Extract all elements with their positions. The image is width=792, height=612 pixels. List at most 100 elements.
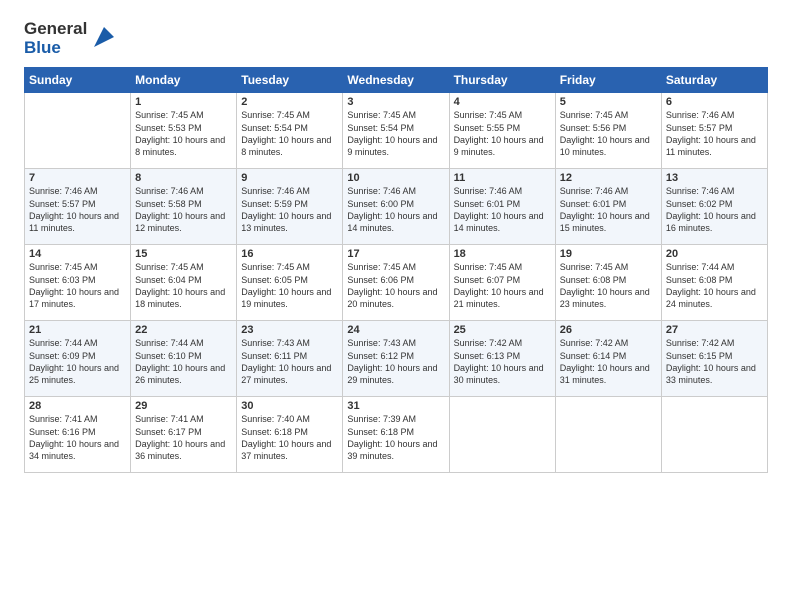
page: General Blue SundayMondayTuesdayWednesda… <box>0 0 792 612</box>
cell-1-4: 11Sunrise: 7:46 AMSunset: 6:01 PMDayligh… <box>449 169 555 245</box>
cell-info: Sunrise: 7:45 AMSunset: 6:04 PMDaylight:… <box>135 261 232 310</box>
cell-3-4: 25Sunrise: 7:42 AMSunset: 6:13 PMDayligh… <box>449 321 555 397</box>
cell-info: Sunrise: 7:45 AMSunset: 5:54 PMDaylight:… <box>347 109 444 158</box>
week-row-1: 7Sunrise: 7:46 AMSunset: 5:57 PMDaylight… <box>25 169 768 245</box>
cell-info: Sunrise: 7:39 AMSunset: 6:18 PMDaylight:… <box>347 413 444 462</box>
day-number: 16 <box>241 248 338 260</box>
cell-4-0: 28Sunrise: 7:41 AMSunset: 6:16 PMDayligh… <box>25 397 131 473</box>
day-number: 24 <box>347 324 444 336</box>
col-header-sunday: Sunday <box>25 68 131 93</box>
col-header-wednesday: Wednesday <box>343 68 449 93</box>
cell-info: Sunrise: 7:44 AMSunset: 6:10 PMDaylight:… <box>135 337 232 386</box>
day-number: 11 <box>454 172 551 184</box>
cell-info: Sunrise: 7:46 AMSunset: 5:59 PMDaylight:… <box>241 185 338 234</box>
day-number: 6 <box>666 96 763 108</box>
cell-info: Sunrise: 7:45 AMSunset: 5:56 PMDaylight:… <box>560 109 657 158</box>
cell-3-1: 22Sunrise: 7:44 AMSunset: 6:10 PMDayligh… <box>131 321 237 397</box>
cell-info: Sunrise: 7:45 AMSunset: 6:03 PMDaylight:… <box>29 261 126 310</box>
day-number: 26 <box>560 324 657 336</box>
cell-4-3: 31Sunrise: 7:39 AMSunset: 6:18 PMDayligh… <box>343 397 449 473</box>
day-number: 15 <box>135 248 232 260</box>
day-number: 29 <box>135 400 232 412</box>
col-header-tuesday: Tuesday <box>237 68 343 93</box>
cell-info: Sunrise: 7:46 AMSunset: 6:01 PMDaylight:… <box>454 185 551 234</box>
header-row: SundayMondayTuesdayWednesdayThursdayFrid… <box>25 68 768 93</box>
cell-4-5 <box>555 397 661 473</box>
cell-4-1: 29Sunrise: 7:41 AMSunset: 6:17 PMDayligh… <box>131 397 237 473</box>
cell-3-0: 21Sunrise: 7:44 AMSunset: 6:09 PMDayligh… <box>25 321 131 397</box>
cell-0-1: 1Sunrise: 7:45 AMSunset: 5:53 PMDaylight… <box>131 93 237 169</box>
cell-info: Sunrise: 7:45 AMSunset: 6:08 PMDaylight:… <box>560 261 657 310</box>
day-number: 4 <box>454 96 551 108</box>
cell-4-6 <box>661 397 767 473</box>
cell-0-2: 2Sunrise: 7:45 AMSunset: 5:54 PMDaylight… <box>237 93 343 169</box>
cell-3-5: 26Sunrise: 7:42 AMSunset: 6:14 PMDayligh… <box>555 321 661 397</box>
day-number: 25 <box>454 324 551 336</box>
cell-info: Sunrise: 7:46 AMSunset: 6:00 PMDaylight:… <box>347 185 444 234</box>
cell-2-5: 19Sunrise: 7:45 AMSunset: 6:08 PMDayligh… <box>555 245 661 321</box>
day-number: 9 <box>241 172 338 184</box>
day-number: 5 <box>560 96 657 108</box>
cell-info: Sunrise: 7:45 AMSunset: 6:05 PMDaylight:… <box>241 261 338 310</box>
cell-0-6: 6Sunrise: 7:46 AMSunset: 5:57 PMDaylight… <box>661 93 767 169</box>
day-number: 13 <box>666 172 763 184</box>
cell-4-2: 30Sunrise: 7:40 AMSunset: 6:18 PMDayligh… <box>237 397 343 473</box>
week-row-4: 28Sunrise: 7:41 AMSunset: 6:16 PMDayligh… <box>25 397 768 473</box>
calendar-table: SundayMondayTuesdayWednesdayThursdayFrid… <box>24 67 768 473</box>
cell-info: Sunrise: 7:42 AMSunset: 6:13 PMDaylight:… <box>454 337 551 386</box>
cell-info: Sunrise: 7:46 AMSunset: 6:01 PMDaylight:… <box>560 185 657 234</box>
cell-0-3: 3Sunrise: 7:45 AMSunset: 5:54 PMDaylight… <box>343 93 449 169</box>
cell-0-5: 5Sunrise: 7:45 AMSunset: 5:56 PMDaylight… <box>555 93 661 169</box>
week-row-3: 21Sunrise: 7:44 AMSunset: 6:09 PMDayligh… <box>25 321 768 397</box>
cell-4-4 <box>449 397 555 473</box>
cell-info: Sunrise: 7:45 AMSunset: 5:53 PMDaylight:… <box>135 109 232 158</box>
col-header-monday: Monday <box>131 68 237 93</box>
day-number: 8 <box>135 172 232 184</box>
cell-info: Sunrise: 7:44 AMSunset: 6:08 PMDaylight:… <box>666 261 763 310</box>
cell-0-4: 4Sunrise: 7:45 AMSunset: 5:55 PMDaylight… <box>449 93 555 169</box>
cell-1-6: 13Sunrise: 7:46 AMSunset: 6:02 PMDayligh… <box>661 169 767 245</box>
day-number: 1 <box>135 96 232 108</box>
day-number: 7 <box>29 172 126 184</box>
cell-2-6: 20Sunrise: 7:44 AMSunset: 6:08 PMDayligh… <box>661 245 767 321</box>
cell-info: Sunrise: 7:46 AMSunset: 5:58 PMDaylight:… <box>135 185 232 234</box>
day-number: 2 <box>241 96 338 108</box>
week-row-0: 1Sunrise: 7:45 AMSunset: 5:53 PMDaylight… <box>25 93 768 169</box>
col-header-friday: Friday <box>555 68 661 93</box>
day-number: 19 <box>560 248 657 260</box>
cell-info: Sunrise: 7:40 AMSunset: 6:18 PMDaylight:… <box>241 413 338 462</box>
cell-3-3: 24Sunrise: 7:43 AMSunset: 6:12 PMDayligh… <box>343 321 449 397</box>
cell-2-0: 14Sunrise: 7:45 AMSunset: 6:03 PMDayligh… <box>25 245 131 321</box>
day-number: 28 <box>29 400 126 412</box>
day-number: 14 <box>29 248 126 260</box>
cell-info: Sunrise: 7:46 AMSunset: 5:57 PMDaylight:… <box>666 109 763 158</box>
cell-1-3: 10Sunrise: 7:46 AMSunset: 6:00 PMDayligh… <box>343 169 449 245</box>
cell-info: Sunrise: 7:41 AMSunset: 6:16 PMDaylight:… <box>29 413 126 462</box>
cell-2-4: 18Sunrise: 7:45 AMSunset: 6:07 PMDayligh… <box>449 245 555 321</box>
day-number: 21 <box>29 324 126 336</box>
cell-info: Sunrise: 7:41 AMSunset: 6:17 PMDaylight:… <box>135 413 232 462</box>
day-number: 3 <box>347 96 444 108</box>
logo-general: General <box>24 20 87 39</box>
cell-info: Sunrise: 7:45 AMSunset: 6:07 PMDaylight:… <box>454 261 551 310</box>
cell-info: Sunrise: 7:44 AMSunset: 6:09 PMDaylight:… <box>29 337 126 386</box>
day-number: 12 <box>560 172 657 184</box>
col-header-thursday: Thursday <box>449 68 555 93</box>
cell-info: Sunrise: 7:45 AMSunset: 5:55 PMDaylight:… <box>454 109 551 158</box>
logo: General Blue <box>24 20 118 57</box>
week-row-2: 14Sunrise: 7:45 AMSunset: 6:03 PMDayligh… <box>25 245 768 321</box>
day-number: 27 <box>666 324 763 336</box>
cell-info: Sunrise: 7:46 AMSunset: 6:02 PMDaylight:… <box>666 185 763 234</box>
cell-0-0 <box>25 93 131 169</box>
cell-1-2: 9Sunrise: 7:46 AMSunset: 5:59 PMDaylight… <box>237 169 343 245</box>
cell-info: Sunrise: 7:45 AMSunset: 6:06 PMDaylight:… <box>347 261 444 310</box>
logo-blue: Blue <box>24 39 87 58</box>
cell-1-1: 8Sunrise: 7:46 AMSunset: 5:58 PMDaylight… <box>131 169 237 245</box>
cell-3-2: 23Sunrise: 7:43 AMSunset: 6:11 PMDayligh… <box>237 321 343 397</box>
logo-icon <box>90 23 118 51</box>
cell-2-3: 17Sunrise: 7:45 AMSunset: 6:06 PMDayligh… <box>343 245 449 321</box>
header: General Blue <box>24 20 768 57</box>
day-number: 10 <box>347 172 444 184</box>
cell-2-1: 15Sunrise: 7:45 AMSunset: 6:04 PMDayligh… <box>131 245 237 321</box>
col-header-saturday: Saturday <box>661 68 767 93</box>
